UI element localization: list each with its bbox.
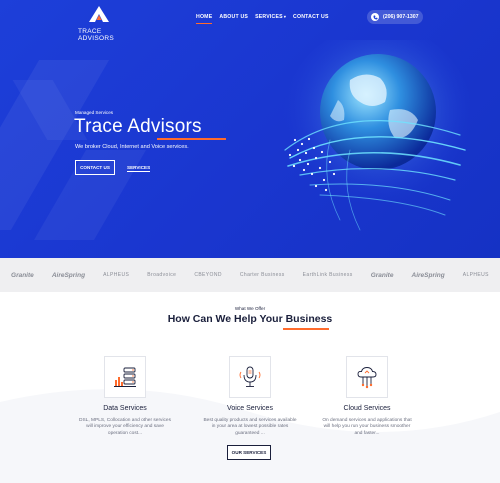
service-icon-box [229,356,271,398]
nav-item-services[interactable]: SERVICES▾ [255,14,286,24]
services-title-underline [283,328,329,330]
nav-item-about[interactable]: ABOUT US [219,14,248,24]
services-title-prefix: How Can We Help Your [167,313,283,325]
hero-title: Trace Advisors [74,116,202,137]
partner-logo: Broadvoice [147,272,177,278]
service-card-data[interactable]: Data Services DSL, MPLS, Collocation and… [70,356,180,437]
globe-illustration [283,40,470,231]
logo-mark-icon [89,6,109,22]
partner-logos-bar: Granite AireSpring ALPHEUS Broadvoice CB… [0,258,500,292]
service-card-desc: Best quality products and services avail… [203,418,297,436]
partner-logo: AireSpring [411,271,445,279]
phone-number: (206) 907-1307 [383,14,419,20]
chevron-down-icon: ▾ [283,14,287,19]
main-nav: HOME ABOUT US SERVICES▾ CONTACT US [196,14,329,24]
partner-logo: ALPHEUS [103,272,130,278]
service-card-desc: DSL, MPLS, Collocation and other service… [79,418,171,436]
services-title: How Can We Help Your Business [0,313,500,325]
partner-logo: ALPHEUS [462,272,489,278]
data-server-icon [114,367,136,387]
cloud-icon [357,367,377,389]
partner-logo: Granite [370,271,394,279]
services-eyebrow: What We Offer [234,306,266,311]
partner-logo: CBEYOND [194,272,222,278]
services-title-highlight: Business [285,313,333,325]
logo[interactable]: TRACE ADVISORS [78,6,138,42]
service-card-title: Voice Services [227,405,273,412]
hero-eyebrow: Managed Services [75,110,114,115]
logo-text: TRACE ADVISORS [78,28,114,42]
phone-button[interactable]: (206) 907-1307 [367,10,423,24]
contact-us-button[interactable]: CONTACT US [75,160,115,175]
phone-icon [371,13,379,21]
hero-title-underline [157,138,226,140]
nav-item-contact[interactable]: CONTACT US [293,14,329,24]
microphone-icon [239,366,261,387]
nav-item-services-label: SERVICES [255,14,283,20]
partner-logo: AireSpring [51,271,86,279]
partner-logo: Charter Business [239,272,285,278]
service-icon-box [104,356,146,398]
services-link[interactable]: SERVICES [127,165,151,172]
partner-logo: Granite [11,271,34,279]
hero-section: TRACE ADVISORS HOME ABOUT US SERVICES▾ C… [0,0,500,258]
service-card-voice[interactable]: Voice Services Best quality products and… [195,356,305,437]
service-card-title: Data Services [103,405,147,412]
service-icon-box [346,356,388,398]
our-services-button[interactable]: OUR SERVICES [227,445,271,460]
nav-item-home[interactable]: HOME [196,14,213,24]
hero-subtitle: We broker Cloud, Internet and Voice serv… [75,144,189,150]
service-card-title: Cloud Services [343,405,391,412]
service-card-desc: On demand services and applications that… [322,418,412,436]
partner-logo: EarthLink Business [302,272,353,278]
service-card-cloud[interactable]: Cloud Services On demand services and ap… [312,356,422,437]
